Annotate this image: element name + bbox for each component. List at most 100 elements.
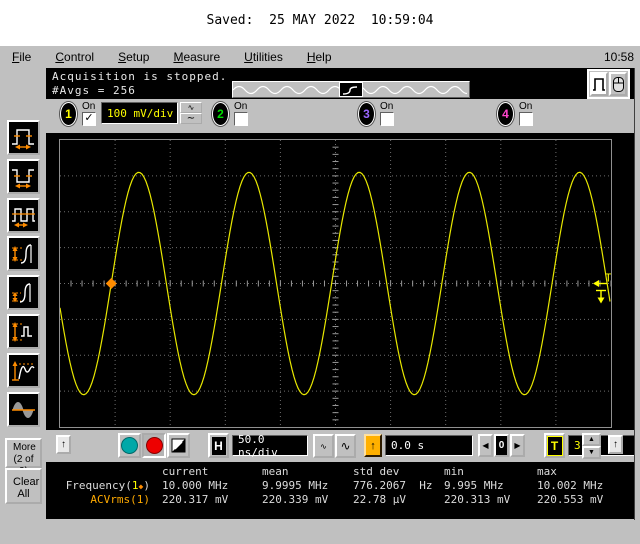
channel-1-scale-field[interactable]: 100 mV/div — [101, 102, 178, 124]
trigger-level-up-button[interactable]: ▲ — [582, 433, 601, 446]
horizontal-position-value: 0.0 s — [391, 439, 424, 452]
measurement-row-label[interactable]: ACVrms(1) — [46, 493, 150, 506]
period-icon — [9, 200, 38, 231]
menu-item-utilities[interactable]: Utilities — [232, 50, 295, 64]
measurement-value: 10.000 MHz — [162, 479, 250, 492]
position-left-button[interactable]: ◀ — [478, 434, 493, 457]
trigger-level-down-button[interactable]: ▼ — [582, 446, 601, 459]
clock: 10:58 — [604, 50, 634, 64]
channel-3-button[interactable]: 3 — [358, 102, 375, 126]
run-button[interactable] — [118, 433, 141, 458]
measure-vpp-button[interactable] — [7, 314, 40, 349]
left-marker-button[interactable]: ↑ — [56, 435, 71, 454]
channel-3-on-checkbox[interactable] — [380, 112, 394, 126]
saved-timestamp: Saved: 25 MAY 2022 10:59:04 — [0, 13, 640, 28]
horizontal-position-field[interactable]: 0.0 s — [385, 435, 473, 456]
trigger-position-button[interactable]: ↑ — [364, 434, 382, 457]
horizontal-zoom-in-button[interactable]: ∿ — [335, 434, 356, 458]
measurement-value: 220.553 mV — [537, 493, 634, 506]
pulse-display-button[interactable] — [590, 72, 608, 96]
small-wave-icon: ∿ — [320, 442, 327, 451]
more-measurements-button[interactable]: More (2 of 2) — [5, 438, 42, 468]
measurement-label-part: Frequency( — [66, 479, 132, 492]
display-mode-buttons — [587, 69, 630, 99]
position-zero-button[interactable]: 0 — [494, 434, 509, 457]
channel-1-button[interactable]: 1 — [60, 102, 77, 126]
trigger-level-arrow-icon[interactable] — [593, 280, 599, 287]
menu-item-setup[interactable]: Setup — [106, 50, 161, 64]
menu-bar: FileControlSetupMeasureUtilitiesHelp — [0, 46, 640, 68]
channel-1-on-checkbox[interactable]: ✓ — [82, 112, 96, 126]
trigger-level-label: T — [605, 272, 612, 285]
channel-4-button[interactable]: 4 — [497, 102, 514, 126]
clear-label-2: All — [17, 488, 29, 500]
horizontal-scale-field[interactable]: 50.0 ns/div — [232, 435, 308, 456]
waveform-plot[interactable]: T — [59, 139, 612, 428]
menu-item-control[interactable]: Control — [43, 50, 106, 64]
measure-rise-time-button[interactable] — [7, 236, 40, 271]
measure-neg-width-button[interactable] — [7, 159, 40, 194]
measure-vavg-button[interactable] — [7, 392, 40, 427]
channel-1-scale-spinner: ∿ ∼ — [180, 102, 202, 124]
measure-vamp-button[interactable] — [7, 353, 40, 388]
horizontal-scale-value: 50.0 ns/div — [238, 433, 307, 459]
h-button-label: H — [212, 437, 226, 455]
position-right-button[interactable]: ▶ — [510, 434, 525, 457]
measurement-value: 9.995 MHz — [444, 479, 525, 492]
channel-2-on-label: On — [234, 102, 247, 112]
menu-item-measure[interactable]: Measure — [161, 50, 232, 64]
channel-3-number: 3 — [363, 107, 370, 121]
stop-button[interactable] — [142, 433, 166, 458]
fall-time-icon — [9, 277, 38, 308]
measure-fall-time-button[interactable] — [7, 275, 40, 310]
trigger-setup-button[interactable]: T — [544, 433, 565, 458]
channel-4-number: 4 — [502, 107, 509, 121]
clear-all-button[interactable]: Clear All — [5, 468, 42, 504]
horizontal-setup-button[interactable]: H — [208, 433, 229, 458]
measure-period-button[interactable] — [7, 198, 40, 233]
saved-header-bar: Saved: 25 MAY 2022 10:59:04 — [0, 0, 640, 46]
channel-4-on-label: On — [519, 102, 532, 112]
t-button-label: T — [547, 436, 563, 456]
trigger-level-field[interactable]: 3 mV — [568, 435, 640, 456]
vavg-icon — [9, 394, 38, 425]
measure-pos-width-button[interactable] — [7, 120, 40, 155]
channel-3-on-label: On — [380, 102, 393, 112]
vamp-icon — [9, 355, 38, 386]
acquisition-status-strip: Acquisition is stopped. #Avgs = 256 — [46, 68, 634, 99]
up-arrow-icon: ↑ — [61, 439, 66, 450]
menu-item-help[interactable]: Help — [295, 50, 344, 64]
channel-2-number: 2 — [217, 107, 224, 121]
channel-ground-marker-icon[interactable] — [598, 298, 605, 304]
channel-4-on-checkbox[interactable] — [519, 112, 533, 126]
channel-1-scale-value: 100 mV/div — [107, 107, 173, 120]
measurement-header-spacer — [46, 465, 150, 478]
right-marker-button[interactable]: ↑ — [608, 435, 623, 454]
mouse-mode-button[interactable] — [609, 72, 627, 96]
channel-2-button[interactable]: 2 — [212, 102, 229, 126]
measurement-header: mean — [262, 465, 341, 478]
horizontal-zoom-out-button[interactable]: ∿ — [313, 434, 334, 458]
measurement-value: 9.9995 MHz — [262, 479, 341, 492]
trigger-time-marker[interactable] — [106, 278, 117, 289]
channel-2-on-checkbox[interactable] — [234, 112, 248, 126]
measurement-header: current — [162, 465, 250, 478]
acquisition-progress-slider[interactable] — [232, 81, 470, 98]
horizontal-trigger-bar: ↑ H 50.0 ns/div ∿ ∿ ↑ 0.0 s ◀ 0 — [46, 430, 634, 462]
right-arrow-icon: ▶ — [514, 441, 520, 450]
measurement-table: currentmeanstd devminmaxFrequency(1◆)10.… — [46, 462, 634, 506]
vpp-icon — [9, 316, 38, 347]
channel-row: 1 On ✓ 100 mV/div ∿ ∼ 2 On — [46, 99, 634, 133]
scale-decrease-button[interactable]: ∼ — [180, 113, 202, 124]
menu-item-file[interactable]: File — [0, 50, 43, 64]
measurement-row-label[interactable]: Frequency(1◆) — [46, 479, 150, 492]
mouse-icon — [612, 76, 625, 93]
channel-4-group: 4 On — [497, 102, 533, 126]
measurement-value: 220.313 mV — [444, 493, 525, 506]
run-icon — [121, 437, 138, 454]
measurement-header: max — [537, 465, 634, 478]
scale-increase-button[interactable]: ∿ — [180, 102, 202, 113]
left-arrow-icon: ◀ — [482, 441, 488, 450]
slider-handle[interactable] — [339, 82, 363, 97]
single-acquisition-button[interactable] — [167, 433, 190, 458]
